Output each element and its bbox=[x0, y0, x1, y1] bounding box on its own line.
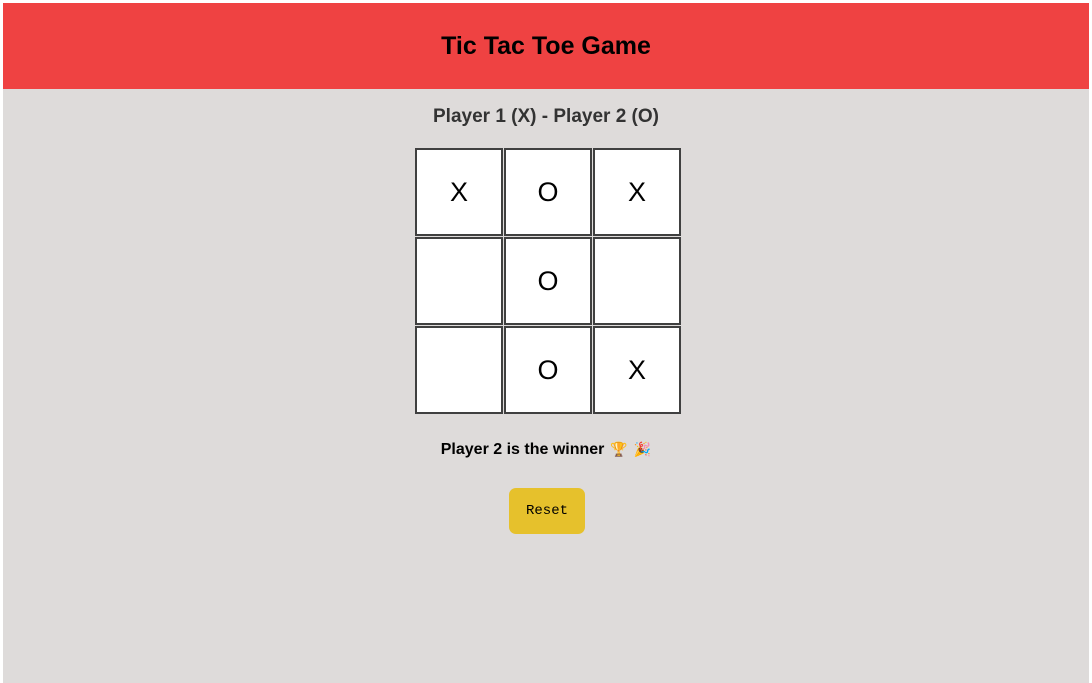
header-bar: Tic Tac Toe Game bbox=[3, 3, 1089, 89]
board-cell-4[interactable]: O bbox=[504, 237, 592, 325]
board-cell-5[interactable] bbox=[593, 237, 681, 325]
board-cell-0[interactable]: X bbox=[415, 148, 503, 236]
page-title: Tic Tac Toe Game bbox=[441, 31, 651, 60]
board-cell-3[interactable] bbox=[415, 237, 503, 325]
game-app: Tic Tac Toe Game Player 1 (X) - Player 2… bbox=[3, 3, 1089, 683]
board-cell-2[interactable]: X bbox=[593, 148, 681, 236]
board-cell-8[interactable]: X bbox=[593, 326, 681, 414]
players-label: Player 1 (X) - Player 2 (O) bbox=[433, 106, 659, 127]
party-popper-icon: 🎉 bbox=[633, 441, 652, 457]
game-board: X O X O O X bbox=[415, 148, 683, 415]
winner-status: Player 2 is the winner 🏆 🎉 bbox=[3, 441, 1089, 459]
board-cell-1[interactable]: O bbox=[504, 148, 592, 236]
board-cell-7[interactable]: O bbox=[504, 326, 592, 414]
winner-text: Player 2 is the winner bbox=[440, 441, 605, 458]
reset-button[interactable]: Reset bbox=[509, 488, 585, 534]
trophy-icon: 🏆 bbox=[610, 441, 628, 457]
board-cell-6[interactable] bbox=[415, 326, 503, 414]
